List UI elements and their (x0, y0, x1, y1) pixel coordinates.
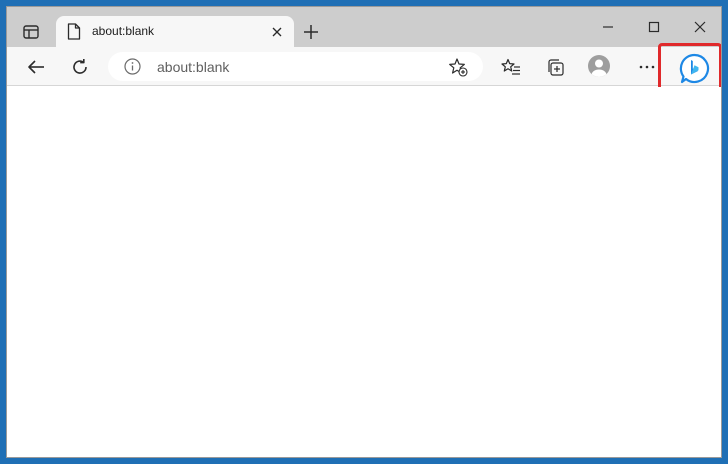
avatar[interactable] (588, 55, 610, 77)
address-bar[interactable]: about:blank (108, 52, 483, 81)
url-text[interactable]: about:blank (157, 59, 229, 75)
tab-about-blank[interactable]: about:blank (56, 16, 294, 47)
refresh-icon (73, 59, 87, 74)
bing-chat-button[interactable] (679, 53, 710, 84)
close-button[interactable] (683, 15, 717, 39)
maximize-button[interactable] (637, 15, 671, 39)
more-button[interactable] (634, 54, 660, 80)
info-icon[interactable] (124, 58, 141, 75)
favorites-button[interactable] (498, 54, 524, 80)
bing-copilot-icon (679, 53, 710, 84)
new-tab-button[interactable] (300, 21, 322, 43)
page-content[interactable] (7, 87, 721, 457)
minimize-icon (603, 26, 613, 28)
close-icon (694, 21, 706, 33)
close-icon (272, 27, 282, 37)
minimize-button[interactable] (591, 15, 625, 39)
maximize-icon (648, 21, 660, 33)
tab-close-button[interactable] (268, 23, 286, 41)
title-bar: about:blank (7, 7, 721, 47)
toolbar: about:blank (7, 47, 721, 86)
page-icon (67, 23, 81, 40)
tab-actions-button[interactable] (17, 21, 45, 43)
star-plus-icon[interactable] (448, 57, 468, 77)
collections-button[interactable] (542, 54, 568, 80)
browser-window: about:blank about:blank (6, 6, 722, 458)
back-button[interactable] (23, 54, 49, 80)
collections-icon (548, 59, 564, 76)
favorites-icon (501, 58, 520, 75)
refresh-button[interactable] (67, 54, 93, 80)
ellipsis-icon (639, 65, 655, 69)
tab-title: about:blank (92, 24, 155, 38)
profile-icon (591, 59, 607, 77)
plus-icon (304, 25, 318, 39)
back-arrow-icon (28, 60, 44, 74)
tab-actions-icon (23, 25, 39, 39)
